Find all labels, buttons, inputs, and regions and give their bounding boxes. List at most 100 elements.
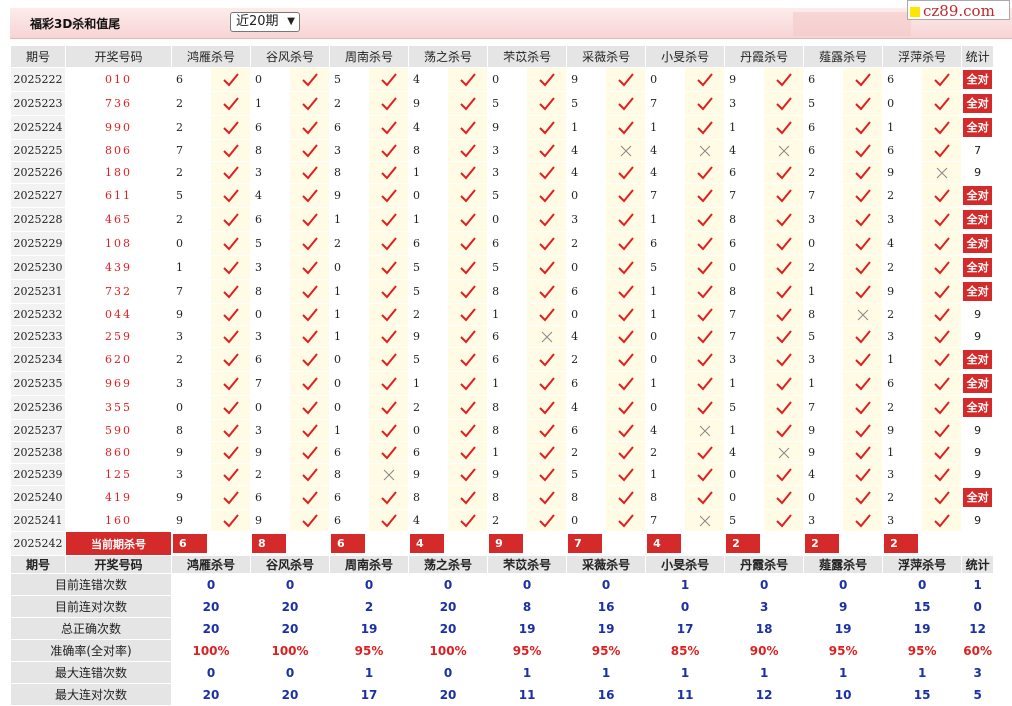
kill-number-cell: 5 <box>329 67 370 92</box>
summary-value: 16 <box>566 683 647 706</box>
summary-label: 最大连错次数 <box>10 661 172 684</box>
kill-number-cell: 3 <box>171 463 211 486</box>
kill-number-cell: 0 <box>724 485 765 510</box>
kill-number-cell: 0 <box>250 303 291 326</box>
all-correct-badge: 全对 <box>963 118 993 137</box>
checkmark-icon <box>449 212 487 227</box>
table-body: 2025222 010 6 0 5 4 0 9 0 9 6 6 全对 2025223 736 2 1 2 9 5 5 7 3… <box>10 67 995 706</box>
summary-value: 0 <box>961 595 995 618</box>
result-cell <box>921 395 963 420</box>
result-cell <box>368 67 410 92</box>
checkmark-icon <box>844 165 882 180</box>
result-cell <box>526 67 568 92</box>
result-cell <box>763 115 805 140</box>
kill-number-cell: 4 <box>724 139 765 162</box>
checkmark-icon <box>765 284 803 299</box>
result-cell <box>526 463 568 486</box>
result-cell <box>842 255 884 280</box>
summary-value: 19 <box>803 617 884 640</box>
period-select[interactable]: 近20期 ▼ <box>230 12 300 32</box>
result-cell <box>526 279 568 304</box>
result-cell <box>763 371 805 396</box>
summary-row: 总正确次数 20 20 19 20 19 19 17 18 19 19 12 <box>10 617 995 640</box>
result-cell <box>289 395 331 420</box>
kill-number-cell: 0 <box>724 463 765 486</box>
kill-number-cell: 2 <box>408 395 449 420</box>
result-cell <box>447 207 489 232</box>
kill-number-cell: 3 <box>487 139 528 162</box>
kill-number-cell: 3 <box>882 207 923 232</box>
stat-cell: 全对 <box>961 255 995 280</box>
summary-value: 12 <box>724 683 805 706</box>
current-kill-badge: 8 <box>252 534 287 553</box>
checkmark-icon <box>212 96 250 111</box>
checkmark-icon <box>449 445 487 460</box>
result-cell <box>684 139 726 162</box>
kill-number-cell: 8 <box>724 279 765 304</box>
site-logo[interactable]: cz89.com <box>907 0 1010 20</box>
result-cell <box>842 441 884 464</box>
kill-number-cell: 9 <box>171 303 211 326</box>
kill-number-cell: 4 <box>566 395 607 420</box>
result-cell <box>684 67 726 92</box>
current-kill-cell: 2 <box>724 531 805 556</box>
kill-number-cell: 1 <box>724 115 765 140</box>
result-cell <box>763 207 805 232</box>
kill-number-cell: 3 <box>882 509 923 532</box>
result-cell <box>763 509 805 532</box>
stat-cell: 7 <box>961 139 995 162</box>
kill-number-cell: 7 <box>803 183 844 208</box>
checkmark-icon <box>291 260 329 275</box>
column-header: 鸿雁杀号 <box>170 45 252 68</box>
checkmark-icon <box>449 352 487 367</box>
result-cell <box>209 395 252 420</box>
current-kill-cell: 2 <box>882 531 963 556</box>
checkmark-icon <box>291 165 329 180</box>
summary-value: 95% <box>882 639 963 662</box>
summary-value: 20 <box>408 595 489 618</box>
result-cell <box>684 347 726 372</box>
kill-number-cell: 1 <box>882 441 923 464</box>
result-cell <box>605 395 647 420</box>
kill-number-cell: 0 <box>645 395 686 420</box>
checkmark-icon <box>607 329 645 344</box>
kill-number-cell: 7 <box>724 303 765 326</box>
checkmark-icon <box>923 143 961 158</box>
kill-number-cell: 0 <box>645 347 686 372</box>
result-cell <box>605 279 647 304</box>
summary-header-row: 期号 开奖号码 鸿雁杀号 谷风杀号 周南杀号 荡之杀号 芣苡杀号 采薇杀号 小旻杀号 丹霞杀号 薤露… <box>10 555 995 574</box>
kill-number-cell: 4 <box>566 161 607 184</box>
checkmark-icon <box>686 376 724 391</box>
checkmark-icon <box>686 236 724 251</box>
kill-number-cell: 0 <box>566 303 607 326</box>
summary-row: 准确率(全对率) 100% 100% 95% 100% 95% 95% 85% 90% 95% 95… <box>10 639 995 662</box>
checkmark-icon <box>765 490 803 505</box>
kill-number-cell: 1 <box>487 441 528 464</box>
checkmark-icon <box>607 423 645 438</box>
result-cell <box>921 485 963 510</box>
kill-number-cell: 5 <box>171 183 211 208</box>
checkmark-icon <box>449 467 487 482</box>
issue-cell: 2025241 <box>10 509 66 532</box>
result-cell <box>842 303 884 326</box>
result-cell <box>447 161 489 184</box>
all-correct-badge: 全对 <box>963 186 993 205</box>
result-cell <box>447 371 489 396</box>
checkmark-icon <box>528 96 566 111</box>
result-cell <box>684 509 726 532</box>
result-cell <box>605 255 647 280</box>
kill-number-cell: 1 <box>329 279 370 304</box>
checkmark-icon <box>528 352 566 367</box>
checkmark-icon <box>291 423 329 438</box>
result-cell <box>684 255 726 280</box>
result-cell <box>605 347 647 372</box>
result-cell <box>526 161 568 184</box>
checkmark-icon <box>449 165 487 180</box>
result-cell <box>921 347 963 372</box>
result-cell <box>763 441 805 464</box>
kill-number-cell: 0 <box>408 419 449 442</box>
checkmark-icon <box>528 260 566 275</box>
stat-cell: 9 <box>961 463 995 486</box>
result-cell <box>921 509 963 532</box>
summary-label: 准确率(全对率) <box>10 639 172 662</box>
